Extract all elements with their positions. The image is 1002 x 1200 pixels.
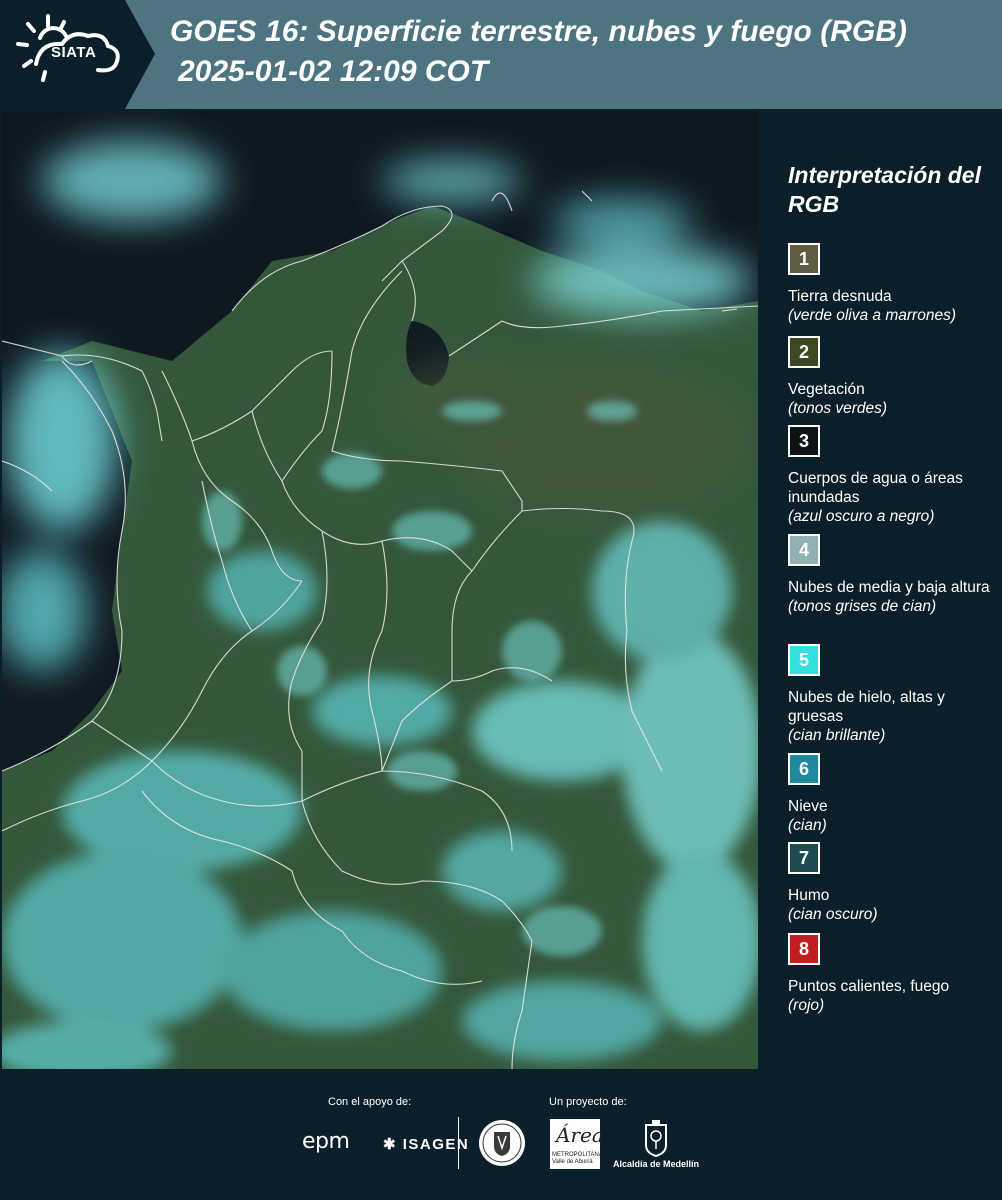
legend-item-vegetation: 2 Vegetación (tonos verdes) (788, 336, 998, 418)
legend-swatch: 3 (788, 425, 820, 457)
area-logo-sub: METROPOLITANA Valle de Aburrá (552, 1152, 603, 1165)
medellin-seal-icon[interactable] (477, 1118, 527, 1168)
legend-swatch: 5 (788, 644, 820, 676)
satellite-image (2, 111, 758, 1069)
siata-logo[interactable]: SIATA (0, 0, 160, 109)
legend-note: (rojo) (788, 997, 825, 1014)
isagen-text: ISAGEN (402, 1136, 470, 1153)
legend-swatch: 8 (788, 933, 820, 965)
timestamp: 2025-01-02 12:09 COT (178, 55, 489, 88)
legend-label: Cuerpos de agua o áreas inundadas (788, 470, 963, 506)
legend-swatch: 2 (788, 336, 820, 368)
legend-label: Nubes de hielo, altas y gruesas (788, 689, 945, 725)
legend-note: (cian brillante) (788, 727, 886, 744)
legend-item-snow: 6 Nieve (cian) (788, 753, 998, 835)
legend-item-water: 3 Cuerpos de agua o áreas inundadas (azu… (788, 425, 998, 526)
alcaldia-text: Alcaldía de Medellín (613, 1159, 700, 1169)
satellite-map[interactable] (2, 111, 758, 1069)
alcaldia-shield-icon[interactable] (643, 1119, 669, 1157)
footer: Con el apoyo de: Un proyecto de: epm ✱ I… (0, 1071, 1002, 1200)
area-logo-text: Área (556, 1123, 604, 1147)
support-label: Con el apoyo de: (328, 1096, 412, 1108)
legend-swatch: 1 (788, 243, 820, 275)
footer-divider (458, 1117, 459, 1169)
legend-item-smoke: 7 Humo (cian oscuro) (788, 842, 998, 924)
legend-swatch: 6 (788, 753, 820, 785)
legend-label: Tierra desnuda (788, 288, 892, 305)
legend-item-low-clouds: 4 Nubes de media y baja altura (tonos gr… (788, 534, 998, 616)
isagen-star-icon: ✱ (383, 1136, 403, 1153)
area-metropolitana-logo[interactable]: Área METROPOLITANA Valle de Aburrá (550, 1119, 604, 1169)
legend-label: Humo (788, 887, 830, 904)
legend-title: Interpretación del RGB (788, 162, 981, 217)
isagen-logo[interactable]: ✱ ISAGEN (383, 1135, 469, 1153)
legend-label: Puntos calientes, fuego (788, 978, 950, 995)
legend-note: (tonos grises de cian) (788, 598, 937, 615)
legend-panel: Interpretación del RGB 1 Tierra desnuda … (760, 109, 1002, 1071)
legend-label: Nieve (788, 798, 828, 815)
legend-note: (cian oscuro) (788, 906, 878, 923)
header-bar: SIATA GOES 16: Superficie terrestre, nub… (0, 0, 1002, 109)
logo-text: SIATA (51, 44, 97, 61)
page-title: GOES 16: Superficie terrestre, nubes y f… (170, 15, 907, 48)
epm-logo[interactable]: epm (302, 1129, 350, 1154)
legend-note: (verde oliva a marrones) (788, 307, 956, 324)
legend-note: (tonos verdes) (788, 400, 888, 417)
legend-swatch: 7 (788, 842, 820, 874)
legend-note: (cian) (788, 817, 827, 834)
project-label: Un proyecto de: (549, 1096, 627, 1108)
legend-item-ice-clouds: 5 Nubes de hielo, altas y gruesas (cian … (788, 644, 998, 745)
legend-note: (azul oscuro a negro) (788, 508, 935, 525)
legend-item-fire: 8 Puntos calientes, fuego (rojo) (788, 933, 998, 1015)
legend-item-bare-soil: 1 Tierra desnuda (verde oliva a marrones… (788, 243, 998, 325)
legend-label: Nubes de media y baja altura (788, 579, 990, 596)
legend-swatch: 4 (788, 534, 820, 566)
legend-label: Vegetación (788, 381, 865, 398)
